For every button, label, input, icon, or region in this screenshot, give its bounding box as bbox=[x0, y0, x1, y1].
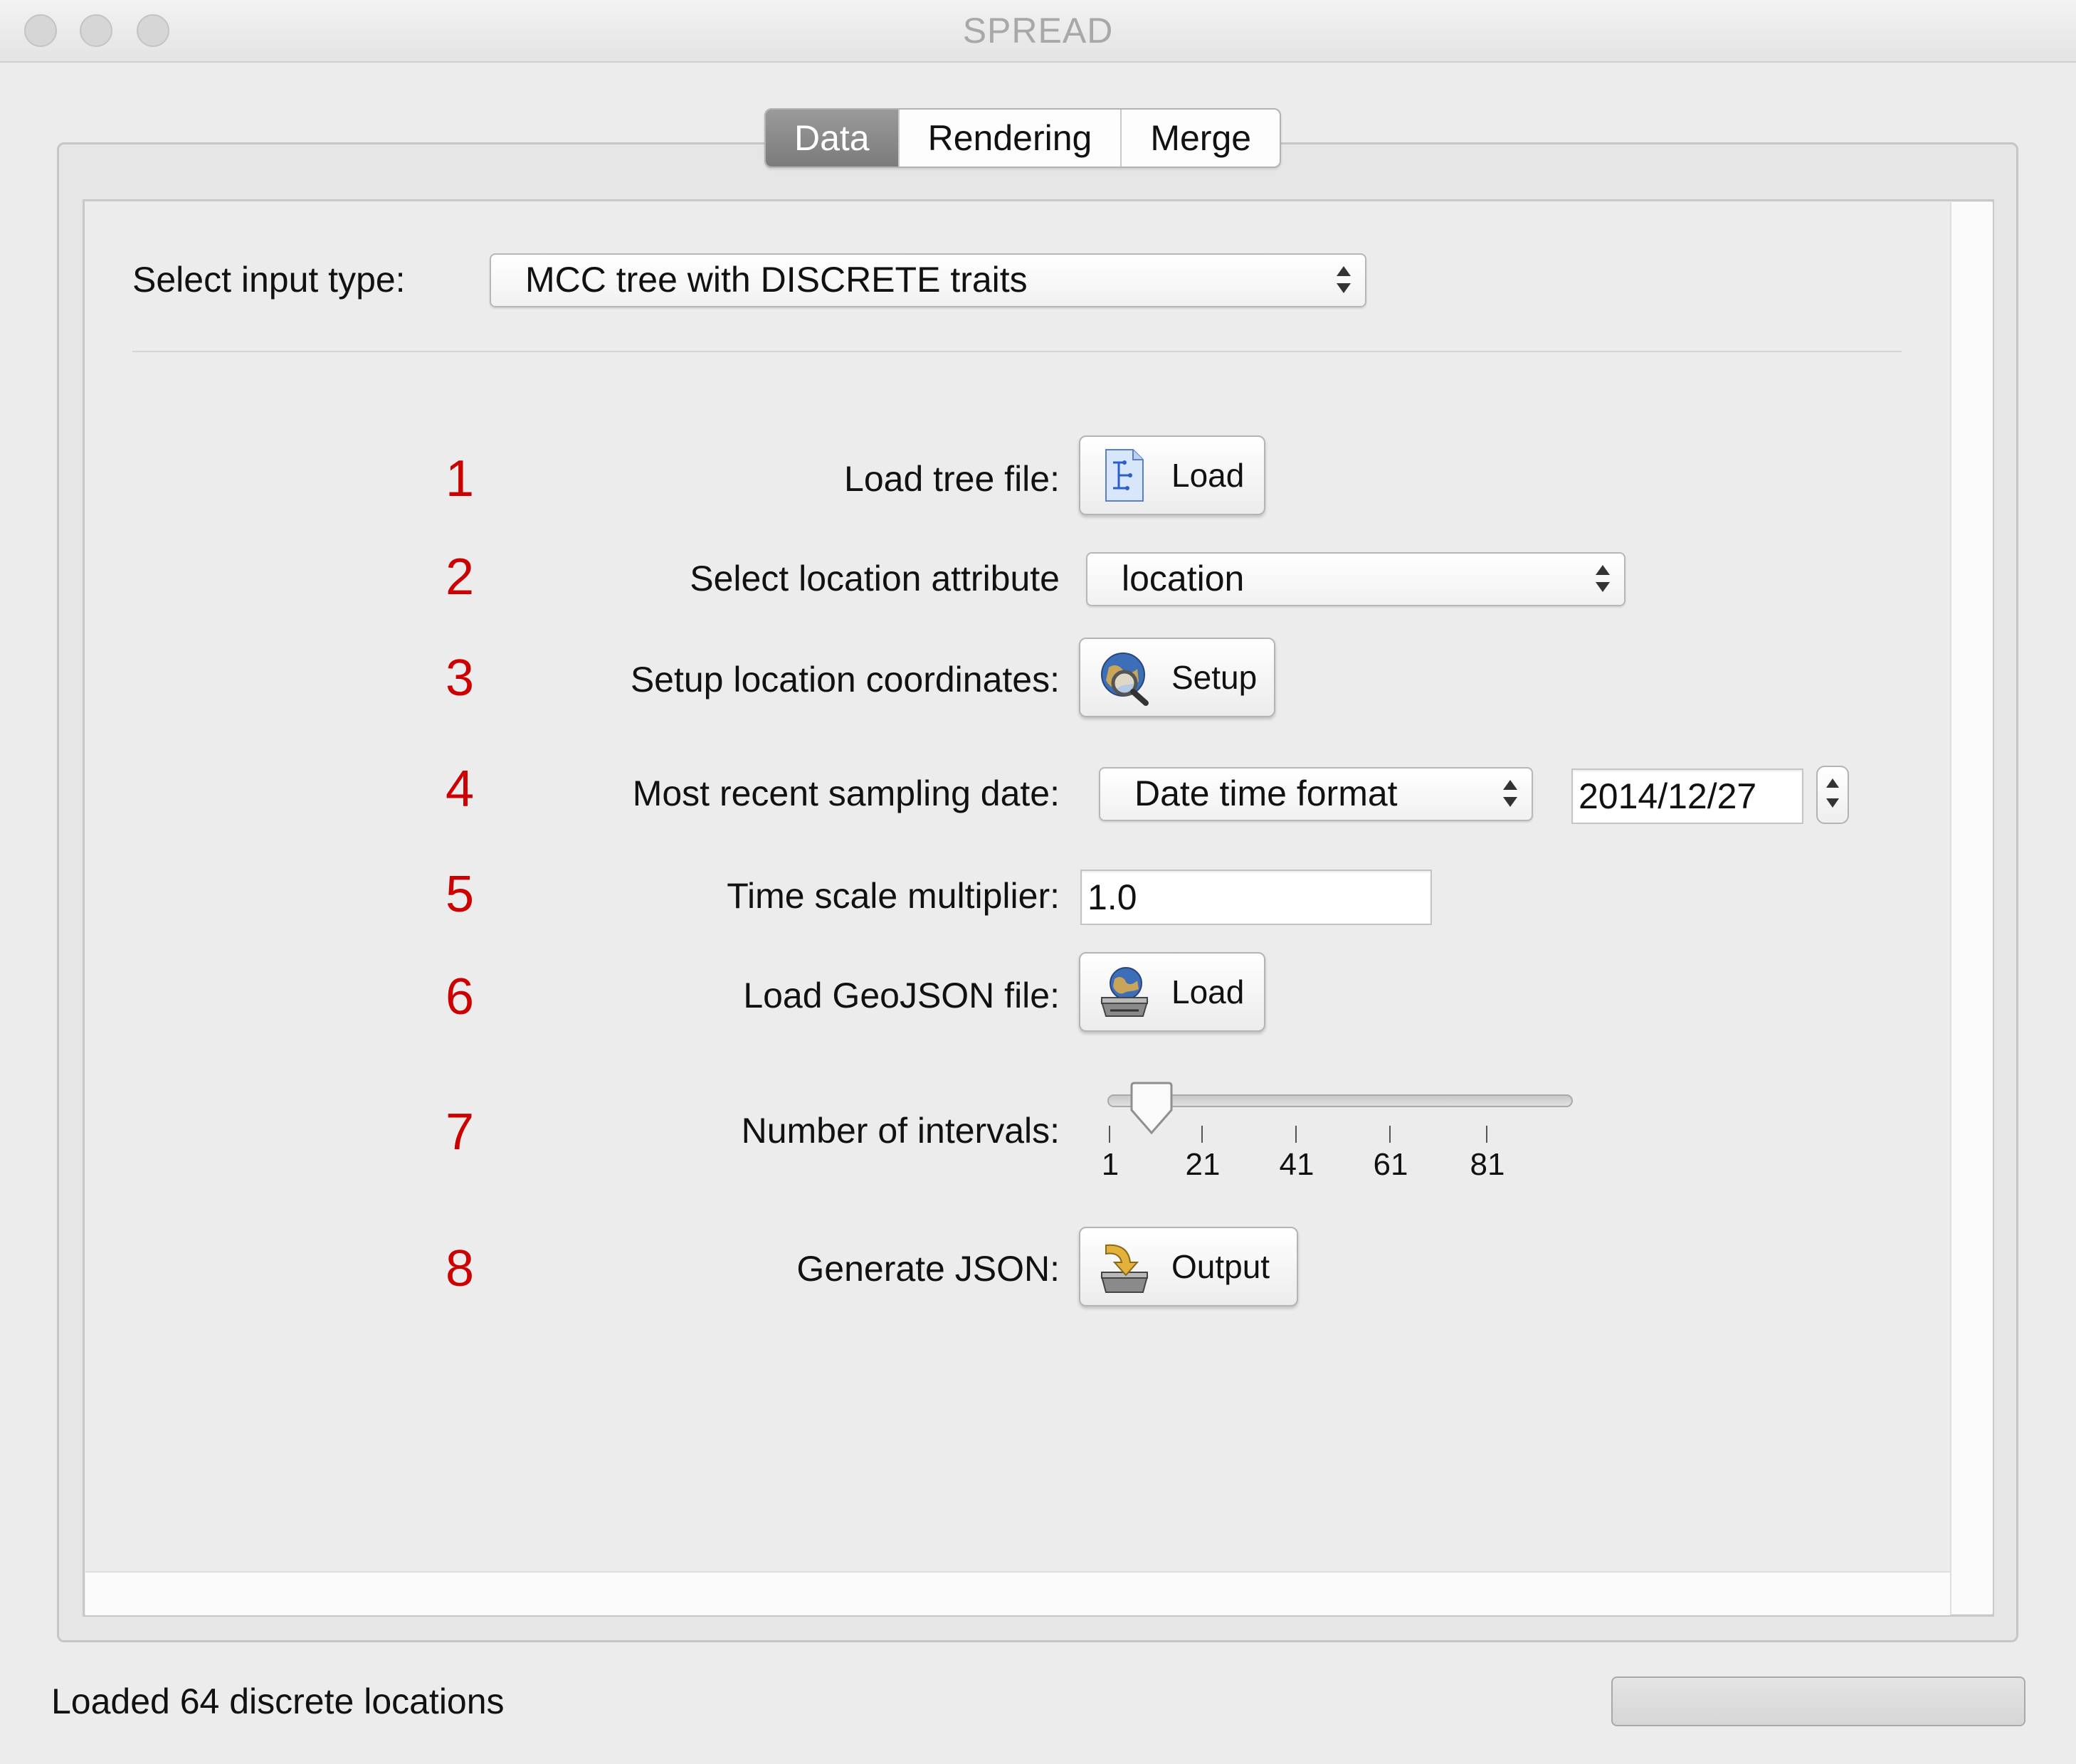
step-number-6: 6 bbox=[445, 968, 475, 1025]
date-format-select[interactable]: Date time format bbox=[1099, 767, 1533, 821]
date-stepper[interactable] bbox=[1816, 766, 1849, 824]
vertical-scrollbar[interactable] bbox=[1950, 202, 1993, 1614]
stepper-down-icon[interactable] bbox=[1826, 798, 1839, 808]
input-type-label: Select input type: bbox=[132, 260, 406, 300]
slider-tick bbox=[1486, 1126, 1487, 1143]
location-attribute-select[interactable]: location bbox=[1086, 552, 1626, 606]
load-geojson-button[interactable]: Load bbox=[1079, 952, 1265, 1032]
slider-tick-label: 81 bbox=[1470, 1147, 1505, 1182]
load-tree-button-label: Load bbox=[1171, 457, 1245, 494]
stepper-up-icon[interactable] bbox=[1826, 778, 1839, 788]
horizontal-scrollbar[interactable] bbox=[85, 1571, 1950, 1615]
app-window: SPREAD Data Rendering Merge Select input… bbox=[0, 0, 2076, 1764]
sampling-date-value: 2014/12/27 bbox=[1579, 776, 1757, 816]
slider-tick bbox=[1109, 1126, 1110, 1143]
step-number-1: 1 bbox=[445, 450, 475, 507]
generate-json-label: Generate JSON: bbox=[796, 1249, 1060, 1289]
input-type-value: MCC tree with DISCRETE traits bbox=[525, 260, 1028, 300]
tab-rendering[interactable]: Rendering bbox=[897, 110, 1121, 167]
step-number-8: 8 bbox=[445, 1240, 475, 1297]
location-attribute-value: location bbox=[1122, 559, 1245, 598]
slider-tick bbox=[1295, 1126, 1297, 1143]
slider-tick-label: 1 bbox=[1101, 1147, 1119, 1182]
select-arrows-icon bbox=[1502, 777, 1519, 813]
time-scale-field[interactable]: 1.0 bbox=[1080, 870, 1432, 925]
output-button-label: Output bbox=[1171, 1248, 1270, 1285]
window-title: SPREAD bbox=[962, 11, 1114, 51]
tab-bar: Data Rendering Merge bbox=[764, 108, 1282, 168]
select-arrows-icon bbox=[1335, 263, 1352, 299]
title-bar: SPREAD bbox=[0, 0, 2076, 63]
tree-file-icon bbox=[1105, 449, 1144, 502]
setup-coordinates-button-label: Setup bbox=[1171, 659, 1258, 696]
slider-tick bbox=[1389, 1126, 1391, 1143]
tab-data[interactable]: Data bbox=[766, 110, 898, 167]
slider-tick bbox=[1201, 1126, 1203, 1143]
load-tree-label: Load tree file: bbox=[844, 459, 1060, 499]
step-number-3: 3 bbox=[445, 650, 475, 707]
progress-bar bbox=[1611, 1676, 2025, 1726]
intervals-slider-thumb[interactable] bbox=[1129, 1082, 1174, 1136]
output-arrow-icon bbox=[1100, 1244, 1149, 1293]
load-geojson-label: Load GeoJSON file: bbox=[743, 976, 1060, 1015]
setup-coordinates-label: Setup location coordinates: bbox=[630, 660, 1060, 699]
location-attribute-label: Select location attribute bbox=[690, 559, 1060, 598]
step-number-7: 7 bbox=[445, 1104, 475, 1161]
load-tree-button[interactable]: Load bbox=[1079, 435, 1265, 515]
section-divider bbox=[132, 351, 1902, 352]
slider-tick-label: 21 bbox=[1185, 1147, 1221, 1182]
time-scale-value: 1.0 bbox=[1087, 877, 1137, 917]
time-scale-label: Time scale multiplier: bbox=[727, 876, 1060, 916]
input-type-select[interactable]: MCC tree with DISCRETE traits bbox=[490, 253, 1366, 307]
intervals-label: Number of intervals: bbox=[741, 1111, 1060, 1151]
status-text: Loaded 64 discrete locations bbox=[51, 1681, 505, 1721]
slider-tick-label: 61 bbox=[1373, 1147, 1408, 1182]
load-geojson-button-label: Load bbox=[1171, 973, 1245, 1010]
step-number-4: 4 bbox=[445, 761, 475, 818]
sampling-date-field[interactable]: 2014/12/27 bbox=[1571, 769, 1803, 824]
step-number-2: 2 bbox=[445, 549, 475, 606]
select-arrows-icon bbox=[1594, 562, 1611, 598]
step-number-5: 5 bbox=[445, 866, 475, 923]
tab-merge[interactable]: Merge bbox=[1120, 110, 1280, 167]
setup-coordinates-button[interactable]: Setup bbox=[1079, 638, 1275, 717]
globe-magnifier-icon bbox=[1101, 653, 1149, 706]
intervals-slider-track[interactable] bbox=[1107, 1094, 1573, 1107]
slider-tick-label: 41 bbox=[1279, 1147, 1314, 1182]
sampling-date-label: Most recent sampling date: bbox=[632, 773, 1060, 813]
globe-drive-icon bbox=[1100, 967, 1149, 1017]
output-button[interactable]: Output bbox=[1079, 1227, 1298, 1306]
date-format-value: Date time format bbox=[1134, 773, 1398, 813]
